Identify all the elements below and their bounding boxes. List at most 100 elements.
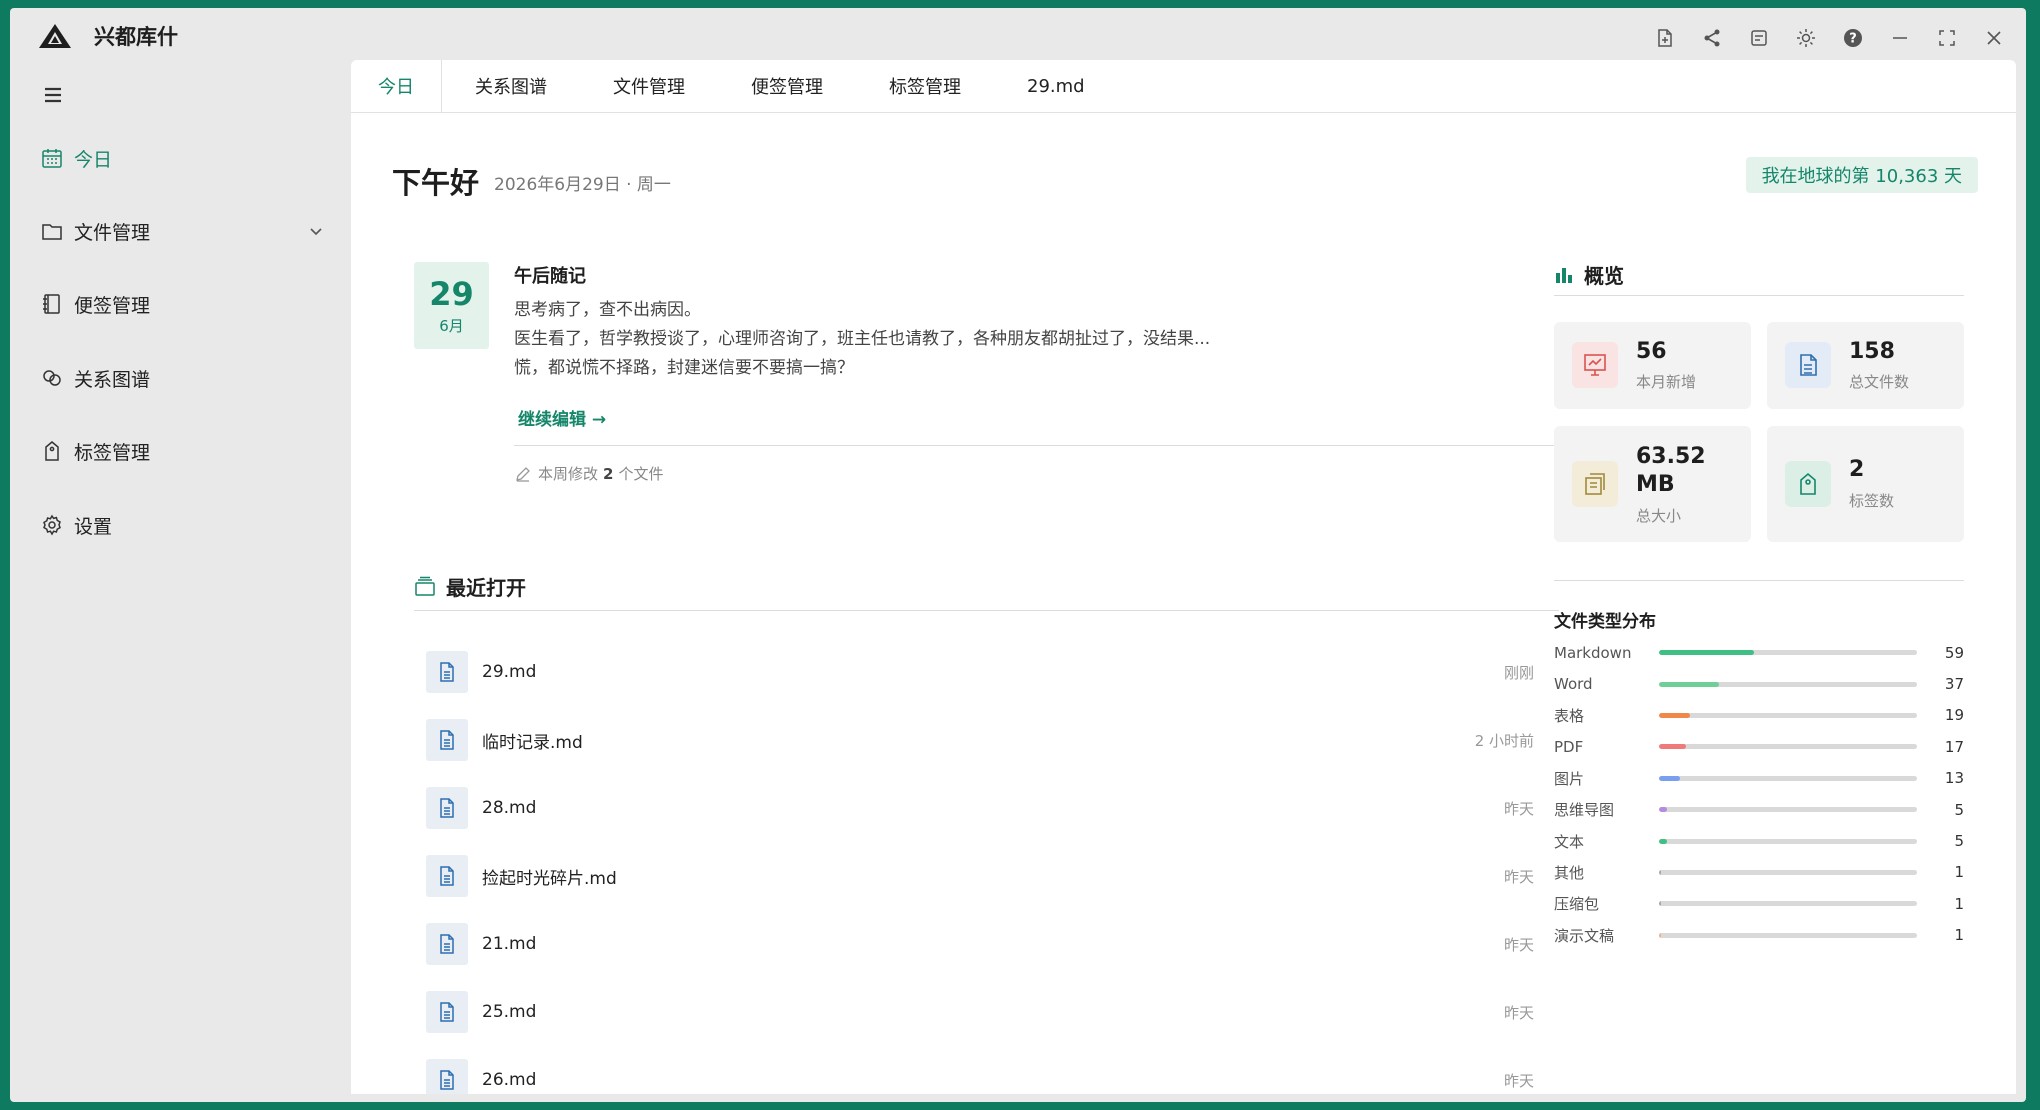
document-icon xyxy=(426,651,468,693)
chart-board-icon xyxy=(1572,342,1618,388)
chevron-down-icon[interactable] xyxy=(306,221,326,241)
recent-file-time: 昨天 xyxy=(1503,867,1534,886)
stat-label: 总文件数 xyxy=(1849,373,1910,391)
stat-label: 标签数 xyxy=(1849,492,1895,510)
file-type-row: 表格 19 xyxy=(1554,700,1964,731)
file-type-label: Word xyxy=(1554,675,1593,694)
recent-stack-icon xyxy=(415,576,435,596)
file-type-label: 演示文稿 xyxy=(1554,926,1615,945)
file-type-bar-track xyxy=(1659,932,1917,938)
greeting-title: 下午好 xyxy=(392,166,480,200)
recent-file-name: 25.md xyxy=(482,1002,537,1022)
file-type-bar-track xyxy=(1659,901,1917,907)
tag-icon xyxy=(1785,461,1831,507)
minimize-icon[interactable] xyxy=(1882,20,1918,56)
file-type-bar-fill xyxy=(1659,650,1755,656)
file-type-bar-fill xyxy=(1659,932,1661,938)
list-item[interactable]: 26.md 昨天 xyxy=(426,1046,1546,1094)
file-type-count: 19 xyxy=(1944,706,1964,725)
file-type-row: Word 37 xyxy=(1554,668,1964,699)
close-icon[interactable] xyxy=(1976,20,2012,56)
maximize-icon[interactable] xyxy=(1929,20,1965,56)
tag-icon xyxy=(40,439,64,463)
menu-toggle-icon[interactable] xyxy=(40,82,66,108)
week-modified-info: 本周修改 2 个文件 xyxy=(514,463,663,484)
list-item[interactable]: 临时记录.md 2 小时前 xyxy=(426,706,1546,774)
sidebar-item-notes[interactable]: 便签管理 xyxy=(40,284,340,324)
tab-notes[interactable]: 便签管理 xyxy=(718,60,856,112)
list-item[interactable]: 捡起时光碎片.md 昨天 xyxy=(426,842,1546,910)
list-item[interactable]: 25.md 昨天 xyxy=(426,978,1546,1046)
file-type-bar-track xyxy=(1659,807,1917,813)
recent-list: 29.md 刚刚 临时记录.md 2 小时前 28.md 昨天 捡起时光碎片.m… xyxy=(426,638,1546,1094)
file-type-row: PDF 17 xyxy=(1554,731,1964,762)
document-icon xyxy=(426,991,468,1033)
stat-card-tag-count: 2 标签数 xyxy=(1767,426,1964,542)
file-type-row: Markdown 59 xyxy=(1554,637,1964,668)
recent-section-title: 最近打开 xyxy=(414,572,526,601)
file-type-count: 37 xyxy=(1944,675,1964,694)
divider xyxy=(414,610,1559,611)
file-type-bar-track xyxy=(1659,650,1917,656)
note-excerpt: 思考病了，查不出病因。 医生看了，哲学教授谈了，心理师咨询了，班主任也请教了，各… xyxy=(514,296,1234,383)
sidebar-item-file-manager[interactable]: 文件管理 xyxy=(40,211,340,251)
folder-icon xyxy=(40,219,64,243)
file-type-bar-fill xyxy=(1659,775,1680,781)
recent-file-time: 昨天 xyxy=(1503,935,1534,954)
file-type-bar-track xyxy=(1659,712,1917,718)
continue-edit-link[interactable]: 继续编辑 → xyxy=(518,405,606,430)
file-type-bar-track xyxy=(1659,681,1917,687)
main-panel: 今日 关系图谱 文件管理 便签管理 标签管理 29.md 下午好 2026年6月… xyxy=(351,60,2016,1094)
app-window: 兴都库什 ? 今日 文件管理 便签管理 关系图谱 标签管理 设置 今日 关系图谱… xyxy=(10,8,2026,1102)
file-type-count: 1 xyxy=(1954,926,1964,945)
day-month: 6月 xyxy=(439,317,464,335)
sidebar-item-graph[interactable]: 关系图谱 xyxy=(40,358,340,398)
recent-title: 最近打开 xyxy=(446,576,526,600)
file-type-count: 17 xyxy=(1944,737,1964,756)
stat-card-monthly-new: 56 本月新增 xyxy=(1554,322,1751,409)
sidebar-item-today[interactable]: 今日 xyxy=(40,138,340,178)
stat-value: 2 xyxy=(1849,457,1865,482)
list-item[interactable]: 28.md 昨天 xyxy=(426,774,1546,842)
day-card: 29 6月 xyxy=(414,262,489,349)
list-item[interactable]: 21.md 昨天 xyxy=(426,910,1546,978)
note-title[interactable]: 午后随记 xyxy=(514,262,586,288)
stat-value: 63.52 MB xyxy=(1636,444,1706,497)
file-type-count: 1 xyxy=(1954,863,1964,882)
file-type-label: 文本 xyxy=(1554,832,1585,851)
file-type-bar-fill xyxy=(1659,838,1667,844)
bar-chart-icon xyxy=(1556,267,1572,283)
stat-value: 56 xyxy=(1636,339,1667,364)
app-title: 兴都库什 xyxy=(94,25,178,49)
document-icon xyxy=(426,787,468,829)
sidebar-item-tags[interactable]: 标签管理 xyxy=(40,431,340,471)
file-type-bar-track xyxy=(1659,775,1917,781)
file-type-bar-fill xyxy=(1659,807,1667,813)
document-icon xyxy=(426,855,468,897)
file-type-list: Markdown 59 Word 37 表格 19 PDF 17 图片 13 思维导图 5 文本 5 其他 1… xyxy=(1554,637,1964,951)
tab-today[interactable]: 今日 xyxy=(351,60,442,112)
file-type-row: 图片 13 xyxy=(1554,763,1964,794)
stat-value: 158 xyxy=(1849,339,1895,364)
help-icon[interactable]: ? xyxy=(1835,20,1871,56)
theme-sun-icon[interactable] xyxy=(1788,20,1824,56)
tab-file-manager[interactable]: 文件管理 xyxy=(580,60,718,112)
new-file-icon[interactable] xyxy=(1647,20,1683,56)
tab-bar: 今日 关系图谱 文件管理 便签管理 标签管理 29.md xyxy=(351,60,2016,113)
export-icon[interactable] xyxy=(1741,20,1777,56)
title-bar: 兴都库什 ? xyxy=(10,8,2026,64)
week-modified-count: 2 xyxy=(603,464,614,483)
sidebar-item-label: 标签管理 xyxy=(74,441,151,464)
stat-label: 本月新增 xyxy=(1636,373,1697,391)
sidebar: 今日 文件管理 便签管理 关系图谱 标签管理 设置 xyxy=(10,64,350,1102)
week-modified-suffix: 个文件 xyxy=(618,465,664,483)
sidebar-item-settings[interactable]: 设置 xyxy=(40,505,340,545)
tab-29-md[interactable]: 29.md xyxy=(994,60,1118,112)
tab-tags[interactable]: 标签管理 xyxy=(856,60,994,112)
list-item[interactable]: 29.md 刚刚 xyxy=(426,638,1546,706)
file-type-count: 1 xyxy=(1954,894,1964,913)
sidebar-item-label: 便签管理 xyxy=(74,294,151,317)
share-icon[interactable] xyxy=(1694,20,1730,56)
tab-graph[interactable]: 关系图谱 xyxy=(442,60,580,112)
sidebar-item-label: 今日 xyxy=(74,148,113,171)
